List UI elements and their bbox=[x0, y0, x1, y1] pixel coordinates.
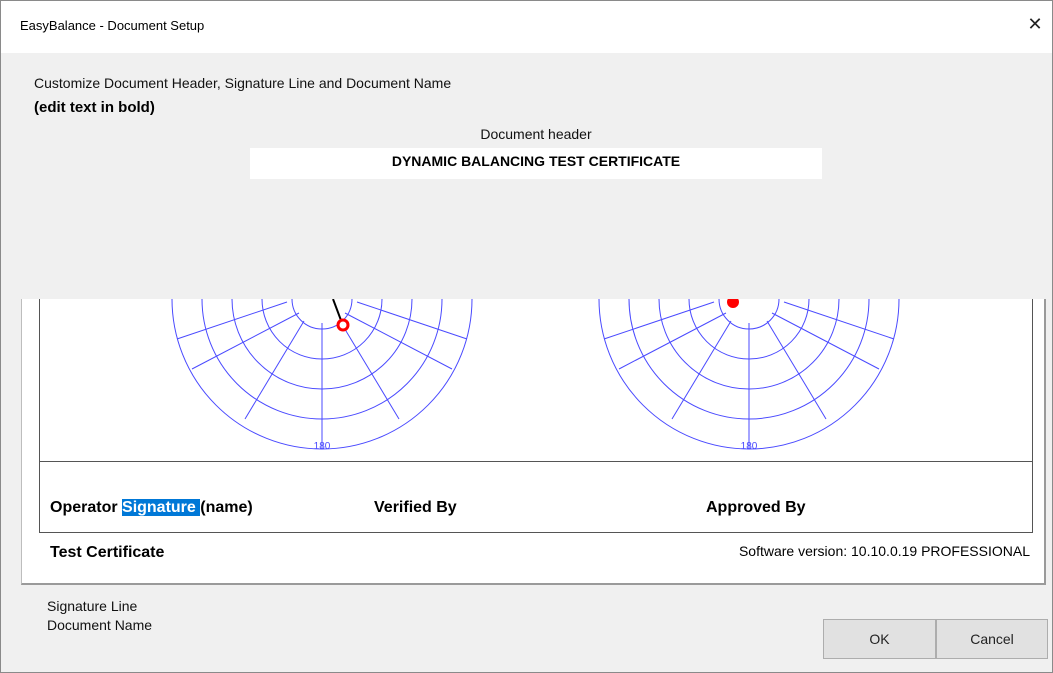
polar-spoke bbox=[344, 312, 453, 370]
polar-plot-right: 180 bbox=[598, 299, 900, 452]
polar-spoke bbox=[191, 312, 300, 370]
close-icon[interactable]: ✕ bbox=[1022, 11, 1048, 37]
unbalance-marker bbox=[336, 318, 350, 332]
polar-label-180: 180 bbox=[314, 441, 331, 452]
polar-label-180: 180 bbox=[741, 441, 758, 452]
polar-spoke bbox=[618, 312, 727, 370]
unbalance-marker bbox=[727, 299, 739, 308]
operator-signature-field[interactable]: Operator Signature (name) bbox=[50, 499, 253, 517]
selected-text: Signature bbox=[122, 499, 201, 516]
edit-hint-text: (edit text in bold) bbox=[34, 99, 155, 116]
document-header-caption: Document header bbox=[480, 126, 592, 142]
approved-by-field[interactable]: Approved By bbox=[706, 499, 806, 517]
document-setup-dialog: EasyBalance - Document Setup ✕ Customize… bbox=[0, 0, 1053, 673]
signature-line-label: Signature Line bbox=[47, 598, 138, 614]
certificate-preview: 180 180 Operator Signature (name) Verifi… bbox=[21, 299, 1046, 585]
signature-divider bbox=[39, 461, 1033, 462]
instruction-text: Customize Document Header, Signature Lin… bbox=[34, 75, 452, 91]
software-version-text: Software version: 10.10.0.19 PROFESSIONA… bbox=[738, 543, 1030, 559]
document-header-input[interactable] bbox=[250, 148, 822, 179]
operator-prefix: Operator bbox=[50, 499, 123, 516]
window-title: EasyBalance - Document Setup bbox=[20, 18, 205, 33]
ok-button[interactable]: OK bbox=[823, 619, 936, 659]
polar-plot-left: 180 bbox=[171, 299, 473, 452]
cancel-button[interactable]: Cancel bbox=[936, 619, 1048, 659]
polar-spoke bbox=[771, 312, 880, 370]
verified-by-field[interactable]: Verified By bbox=[374, 499, 457, 517]
operator-suffix: (name) bbox=[200, 499, 253, 516]
title-bar: EasyBalance - Document Setup ✕ bbox=[1, 1, 1052, 53]
document-name-field[interactable]: Test Certificate bbox=[50, 544, 164, 562]
document-name-label: Document Name bbox=[47, 617, 153, 633]
